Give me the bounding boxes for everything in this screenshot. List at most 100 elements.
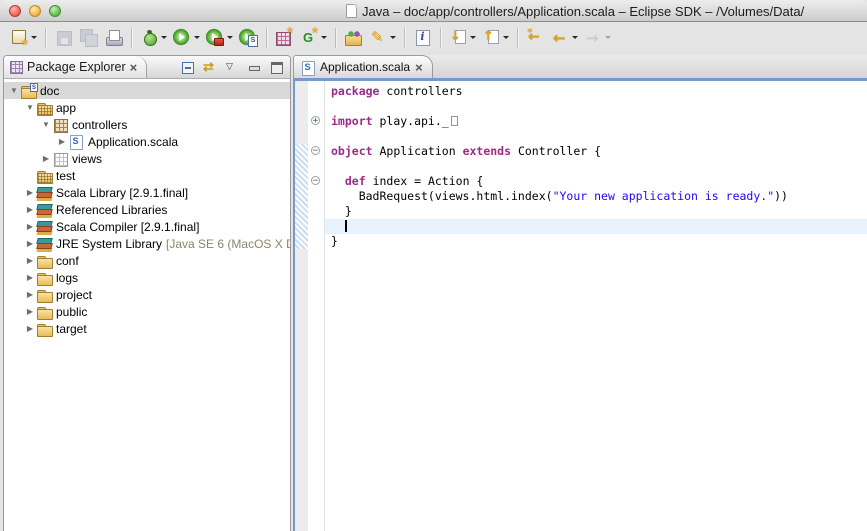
annotation-ruler[interactable] [295,81,308,531]
expand-arrow-icon[interactable]: ▶ [24,307,36,316]
tree-item-target[interactable]: ▶target [4,320,290,337]
expand-arrow-icon[interactable]: ▶ [24,222,36,231]
tree-item-test[interactable]: test [4,167,290,184]
code-line-1[interactable]: package controllers [325,84,867,99]
debug-button[interactable] [138,27,169,48]
tree-item-logs[interactable]: ▶logs [4,269,290,286]
dropdown-arrow-icon[interactable] [390,36,396,39]
expand-fold-icon[interactable]: + [311,116,320,125]
code-line-9[interactable]: } [325,204,867,219]
expand-arrow-icon[interactable]: ▶ [56,137,68,146]
tree-item-referenced-libraries[interactable]: ▶Referenced Libraries [4,201,290,218]
minimize-icon[interactable] [247,60,261,74]
folder-icon [36,304,53,320]
editor-tab-strip: Application.scala × [293,55,867,78]
code-line-6[interactable] [325,159,867,174]
new-project-button[interactable] [273,27,296,48]
dropdown-arrow-icon[interactable] [227,36,233,39]
next-annotation-button[interactable] [447,27,478,48]
new-wizard-g-button[interactable] [298,27,329,48]
package-explorer-tab[interactable]: Package Explorer × [4,56,147,78]
collapse-arrow-icon[interactable]: ▼ [24,103,36,112]
code-line-11[interactable]: } [325,234,867,249]
tree-item-project[interactable]: ▶ project [4,286,290,303]
tree-item-views[interactable]: ▶views [4,150,290,167]
previous-annotation-button[interactable] [480,27,511,48]
code-line-2[interactable] [325,99,867,114]
code-line-7[interactable]: def index = Action { [325,174,867,189]
document-proxy-icon[interactable] [346,4,357,18]
search-button[interactable] [367,27,398,48]
new-wizard-button[interactable] [8,27,39,48]
expand-arrow-icon[interactable]: ▶ [24,324,36,333]
open-resource-button[interactable] [342,27,365,48]
code-line-10[interactable] [325,219,867,234]
toolbar-separator [440,28,441,48]
keyword-token: object [331,144,373,158]
expand-arrow-icon[interactable]: ▶ [24,290,36,299]
new-wizard-g-icon [300,28,319,47]
folder-icon [36,321,53,337]
close-window-button[interactable] [9,5,21,17]
last-edit-location-button[interactable] [524,27,547,48]
dropdown-arrow-icon[interactable] [31,36,37,39]
editor-tab-label: Application.scala [320,60,410,74]
run-button[interactable] [171,27,202,48]
forward-icon [584,28,603,47]
editor-tab-application-scala[interactable]: Application.scala × [293,55,433,78]
zoom-window-button[interactable] [49,5,61,17]
collapse-all-icon[interactable] [181,60,195,74]
expand-arrow-icon[interactable]: ▶ [40,154,52,163]
dropdown-arrow-icon[interactable] [321,36,327,39]
code-area[interactable]: package controllers import play.api._obje… [325,81,867,531]
tree-item-app[interactable]: ▼app [4,99,290,116]
info-toggle-button[interactable] [411,27,434,48]
dropdown-arrow-icon[interactable] [161,36,167,39]
package-explorer-tab-label: Package Explorer [27,60,126,74]
collapse-arrow-icon[interactable]: ▼ [40,120,52,129]
folded-code-icon[interactable] [451,116,458,126]
maximize-icon[interactable] [269,60,283,74]
tree-item-conf[interactable]: ▶conf [4,252,290,269]
tree-item-controllers[interactable]: ▼controllers [4,116,290,133]
external-tools-button[interactable] [204,27,235,48]
keyword-token: extends [463,144,511,158]
collapse-fold-icon[interactable]: − [311,146,320,155]
tree-item-jre-system-library[interactable]: ▶JRE System Library[Java SE 6 (MacOS X D… [4,235,290,252]
tree-item-label: project [56,288,92,302]
dropdown-arrow-icon[interactable] [470,36,476,39]
library-icon [36,219,53,235]
code-line-8[interactable]: BadRequest(views.html.index("Your new ap… [325,189,867,204]
collapse-arrow-icon[interactable]: ▼ [8,86,20,95]
expand-arrow-icon[interactable]: ▶ [24,205,36,214]
expand-arrow-icon[interactable]: ▶ [24,256,36,265]
expand-arrow-icon[interactable]: ▶ [24,239,36,248]
run-scala-button[interactable] [237,27,260,48]
print-button[interactable] [102,27,125,48]
tree-item-public[interactable]: ▶ public [4,303,290,320]
dropdown-arrow-icon[interactable] [194,36,200,39]
code-token: BadRequest(views.html.index( [331,189,553,203]
back-button[interactable] [549,27,580,48]
tree-item-doc[interactable]: ▼Sdoc [4,82,290,99]
code-line-5[interactable]: object Application extends Controller { [325,144,867,159]
dropdown-arrow-icon[interactable] [503,36,509,39]
expand-arrow-icon[interactable]: ▶ [24,188,36,197]
tree-item-label: public [56,305,87,319]
view-menu-icon[interactable] [225,60,239,74]
code-line-3[interactable]: import play.api._ [325,114,867,129]
tree-item-scala-library-2-9-1-final[interactable]: ▶Scala Library [2.9.1.final] [4,184,290,201]
minimize-window-button[interactable] [29,5,41,17]
tree-item-scala-compiler-2-9-1-final[interactable]: ▶Scala Compiler [2.9.1.final] [4,218,290,235]
collapse-fold-icon[interactable]: − [311,176,320,185]
code-line-4[interactable] [325,129,867,144]
expand-arrow-icon[interactable]: ▶ [24,273,36,282]
dropdown-arrow-icon[interactable] [605,36,611,39]
link-with-editor-icon[interactable] [203,60,217,74]
close-editor-icon[interactable]: × [415,61,423,74]
tree-item-application-scala[interactable]: ▶Application.scala [4,133,290,150]
dropdown-arrow-icon[interactable] [572,36,578,39]
close-view-icon[interactable]: × [130,61,138,74]
empty-package-icon [52,151,69,167]
eclipse-window: Java – doc/app/controllers/Application.s… [0,0,867,531]
